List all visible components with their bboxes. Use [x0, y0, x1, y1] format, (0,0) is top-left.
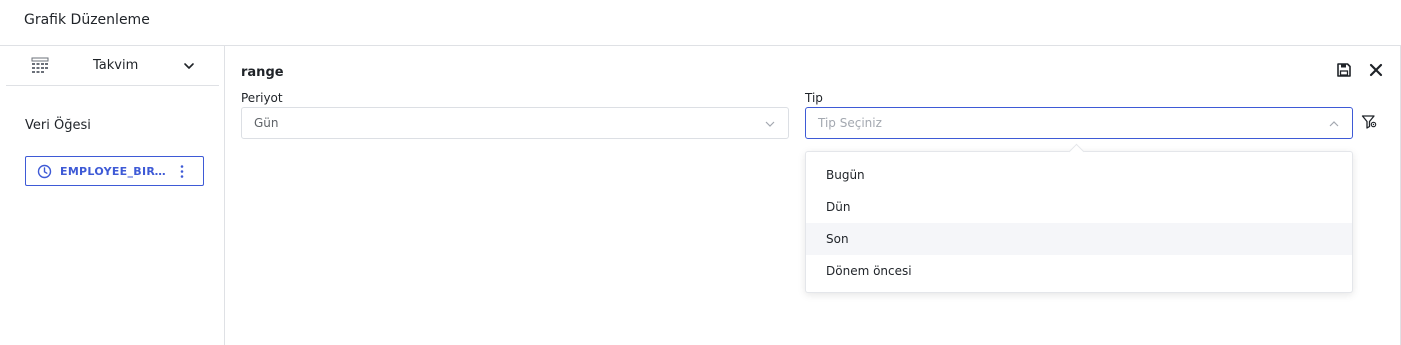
- chevron-down-icon: [184, 63, 194, 69]
- data-item-label: EMPLOYEE_BIRTHDATE: [60, 165, 172, 178]
- periyot-value: Gün: [254, 116, 279, 130]
- data-item-chip[interactable]: EMPLOYEE_BIRTHDATE: [25, 156, 204, 186]
- dropdown-caret: [1068, 143, 1085, 160]
- option-label: Son: [826, 232, 849, 246]
- data-item-section-title: Veri Öğesi: [25, 118, 91, 133]
- save-icon[interactable]: [1336, 62, 1352, 78]
- tip-dropdown-menu: Bugün Dün Son Dönem öncesi: [805, 143, 1353, 293]
- clock-icon: [37, 164, 52, 179]
- tip-placeholder: Tip Seçiniz: [818, 116, 882, 130]
- chart-type-label: Takvim: [93, 58, 139, 73]
- chart-type-select[interactable]: Takvim: [6, 46, 219, 86]
- option-label: Dönem öncesi: [826, 264, 912, 278]
- chevron-down-icon: [765, 121, 775, 127]
- calendar-grid-icon: [31, 57, 49, 73]
- dropdown-option[interactable]: Dün: [806, 191, 1352, 223]
- filter-icon[interactable]: [1361, 114, 1377, 130]
- title-bar: Grafik Düzenleme: [0, 0, 1401, 46]
- periyot-label: Periyot: [241, 91, 283, 105]
- dropdown-option[interactable]: Dönem öncesi: [806, 255, 1352, 287]
- more-vertical-icon[interactable]: [179, 164, 185, 179]
- periyot-select[interactable]: Gün: [241, 107, 789, 139]
- option-label: Bugün: [826, 168, 865, 182]
- tip-select[interactable]: Tip Seçiniz: [805, 107, 1353, 139]
- chart-editor: Grafik Düzenleme Takvim Veri Öğesi EMPLO…: [0, 0, 1401, 345]
- option-label: Dün: [826, 200, 851, 214]
- tip-label: Tip: [805, 91, 823, 105]
- close-icon[interactable]: [1368, 62, 1384, 78]
- left-panel: Takvim Veri Öğesi EMPLOYEE_BIRTHDATE: [0, 46, 225, 345]
- dropdown-option[interactable]: Bugün: [806, 159, 1352, 191]
- page-title: Grafik Düzenleme: [24, 12, 150, 28]
- editor-panel: range Periyot Gün Tip Tip Seçiniz Bugün …: [225, 46, 1401, 345]
- field-title: range: [241, 65, 284, 80]
- dropdown-option[interactable]: Son: [806, 223, 1352, 255]
- chevron-up-icon: [1329, 121, 1339, 127]
